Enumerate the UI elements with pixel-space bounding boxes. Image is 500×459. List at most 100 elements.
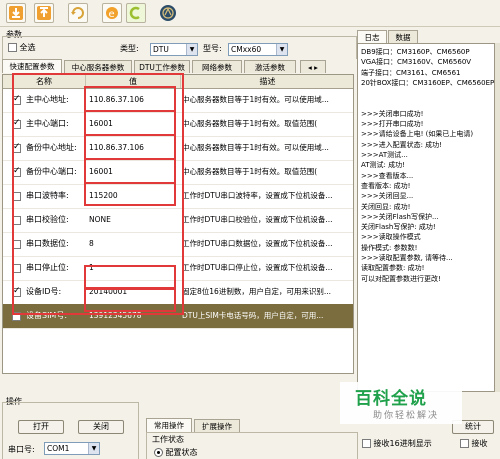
download-icon[interactable]	[6, 3, 26, 23]
table-row[interactable]: 设备SIM号: 13912345678 DTU上SIM卡电话号码，用户自定，可用..…	[3, 304, 353, 329]
row-value[interactable]: NONE	[89, 208, 177, 232]
row-value[interactable]: 1	[89, 256, 177, 280]
table-row[interactable]: 主中心端口: 16001 中心服务器数目等于1时有效。取值范围(	[3, 112, 353, 137]
recv-checkbox[interactable]: 接收	[460, 438, 488, 449]
row-desc: 固定8位16进制数，用户自定，可用来识别...	[182, 287, 331, 296]
header-name[interactable]: 名称	[3, 75, 86, 88]
row-checkbox[interactable]	[12, 312, 21, 321]
recv-hex-box[interactable]	[362, 439, 371, 448]
row-value[interactable]: 20140001	[89, 280, 177, 304]
radio-selected-icon[interactable]	[154, 448, 163, 457]
tab-network[interactable]: 网络参数	[192, 60, 242, 73]
select-all-checkbox[interactable]: 全选	[8, 42, 36, 56]
connect-icon[interactable]	[126, 3, 146, 23]
table-row[interactable]: 串口校验位: NONE 工作时DTU串口校验位，设置成下位机设备...	[3, 208, 353, 233]
log-scrollbar[interactable]	[495, 43, 500, 392]
select-all-box[interactable]	[8, 43, 17, 52]
table-row[interactable]: 备份中心地址: 110.86.37.106 中心服务器数目等于1时有效。可以使用域.…	[3, 136, 353, 161]
row-checkbox[interactable]	[12, 192, 21, 201]
row-value[interactable]: 13912345678	[89, 304, 177, 328]
logo-icon[interactable]	[158, 3, 178, 23]
watermark-title: 百科全说	[355, 389, 427, 409]
chevron-down-icon[interactable]: ▼	[186, 44, 197, 55]
row-checkbox[interactable]	[12, 216, 21, 225]
row-name: 串口停止位:	[26, 263, 69, 272]
ie-icon[interactable]: e	[102, 3, 122, 23]
row-name: 主中心端口:	[26, 119, 69, 128]
svg-text:e: e	[109, 9, 115, 20]
tab-scroll-arrows[interactable]: ◂ ▸	[300, 60, 326, 73]
row-name: 串口波特率:	[26, 191, 69, 200]
row-desc: 中心服务器数目等于1时有效。取值范围(	[182, 167, 318, 176]
log-line: >>>请给设备上电! (如果已上电请)	[361, 130, 474, 139]
tab-data[interactable]: 数据	[388, 30, 418, 43]
log-line: >>>关闭串口成功!	[361, 109, 424, 118]
chevron-down-icon[interactable]: ▼	[276, 44, 287, 55]
row-name: 备份中心地址:	[26, 143, 77, 152]
table-row[interactable]: 串口数据位: 8 工作时DTU串口数据位，设置成下位机设备...	[3, 232, 353, 257]
row-desc: 工作时DTU串口数据位，设置成下位机设备...	[182, 239, 333, 248]
recv-hex-label: 接收16进制显示	[373, 439, 432, 448]
refresh-icon[interactable]	[68, 3, 88, 23]
tab-log[interactable]: 日志	[357, 30, 387, 43]
config-status-radio[interactable]: 配置状态	[154, 447, 198, 458]
tab-dtu-work[interactable]: DTU工作参数	[134, 60, 190, 73]
type-select[interactable]: DTU ▼	[150, 43, 198, 56]
model-label: 型号:	[203, 44, 222, 53]
close-button[interactable]: 关闭	[78, 420, 124, 434]
row-checkbox[interactable]	[12, 240, 21, 249]
tab-activation[interactable]: 激活参数	[244, 60, 296, 73]
log-text-area[interactable]: DB9接口：CM3160P、CM6560P VGA接口：CM3160V、CM656…	[357, 43, 495, 392]
param-table: 名称 值 描述 主中心地址: 110.86.37.106 中心服务器数目等于1时有效…	[2, 74, 354, 374]
row-value[interactable]: 16001	[89, 112, 177, 136]
open-button[interactable]: 打开	[18, 420, 64, 434]
row-name: 设备SIM号:	[26, 311, 68, 320]
row-name: 设备ID号:	[26, 287, 62, 296]
recv-hex-checkbox[interactable]: 接收16进制显示	[362, 438, 432, 449]
log-line: AT测试: 成功!	[361, 161, 405, 170]
chevron-down-icon[interactable]: ▼	[88, 443, 99, 454]
tab-center-server[interactable]: 中心服务器参数	[64, 60, 132, 73]
recv-box[interactable]	[460, 439, 469, 448]
row-checkbox[interactable]	[12, 94, 21, 105]
model-select[interactable]: CMxx60 ▼	[228, 43, 288, 56]
watermark-subtitle: 助你轻松解决	[373, 411, 440, 421]
row-desc: 工作时DTU串口波特率，设置成下位机设备...	[182, 191, 333, 200]
tab-common-ops[interactable]: 常用操作	[146, 418, 192, 432]
log-line: 可以对配置参数进行更改!	[361, 274, 441, 283]
port-select[interactable]: COM1 ▼	[44, 442, 100, 455]
row-value[interactable]: 8	[89, 232, 177, 256]
table-row[interactable]: 设备ID号: 20140001 固定8位16进制数，用户自定，可用来识别...	[3, 280, 353, 305]
header-value[interactable]: 值	[86, 75, 181, 88]
header-desc[interactable]: 描述	[181, 75, 353, 88]
row-checkbox[interactable]	[12, 118, 21, 129]
log-line: >>>AT测试...	[361, 151, 408, 159]
table-row[interactable]: 主中心地址: 110.86.37.106 中心服务器数目等于1时有效。可以使用域..…	[3, 88, 353, 113]
recv-label: 接收	[471, 439, 488, 448]
log-line: >>>打开串口成功!	[361, 120, 424, 129]
row-checkbox[interactable]	[12, 142, 21, 153]
row-checkbox[interactable]	[12, 166, 21, 177]
upload-icon[interactable]	[34, 3, 54, 23]
tab-ext-ops[interactable]: 扩展操作	[194, 419, 240, 432]
work-status-label: 工作状态	[152, 435, 184, 444]
log-line: 关闭回显: 成功!	[361, 202, 411, 211]
model-select-value: CMxx60	[231, 45, 262, 54]
row-value[interactable]: 110.86.37.106	[89, 136, 177, 160]
tab-quick-config[interactable]: 快速配置参数	[2, 59, 62, 73]
row-value[interactable]: 16001	[89, 160, 177, 184]
log-line: 查看版本: 成功!	[361, 181, 411, 190]
row-value[interactable]: 110.86.37.106	[89, 88, 177, 112]
row-checkbox[interactable]	[12, 286, 21, 297]
row-desc: 中心服务器数目等于1时有效。可以使用域...	[182, 95, 329, 104]
table-row[interactable]: 备份中心端口: 16001 中心服务器数目等于1时有效。取值范围(	[3, 160, 353, 185]
table-row[interactable]: 串口停止位: 1 工作时DTU串口停止位，设置成下位机设备...	[3, 256, 353, 281]
row-checkbox[interactable]	[12, 264, 21, 273]
table-row[interactable]: 串口波特率: 115200 工作时DTU串口波特率，设置成下位机设备...	[3, 184, 353, 209]
log-line: 端子接口：CM3161、CM6561	[361, 68, 461, 77]
row-value[interactable]: 115200	[89, 184, 177, 208]
log-line: >>>关闭Flash写保护...	[361, 212, 439, 221]
table-header: 名称 值 描述	[3, 75, 353, 89]
row-name: 主中心地址:	[26, 95, 69, 104]
log-line: >>>关闭回显...	[361, 192, 414, 201]
